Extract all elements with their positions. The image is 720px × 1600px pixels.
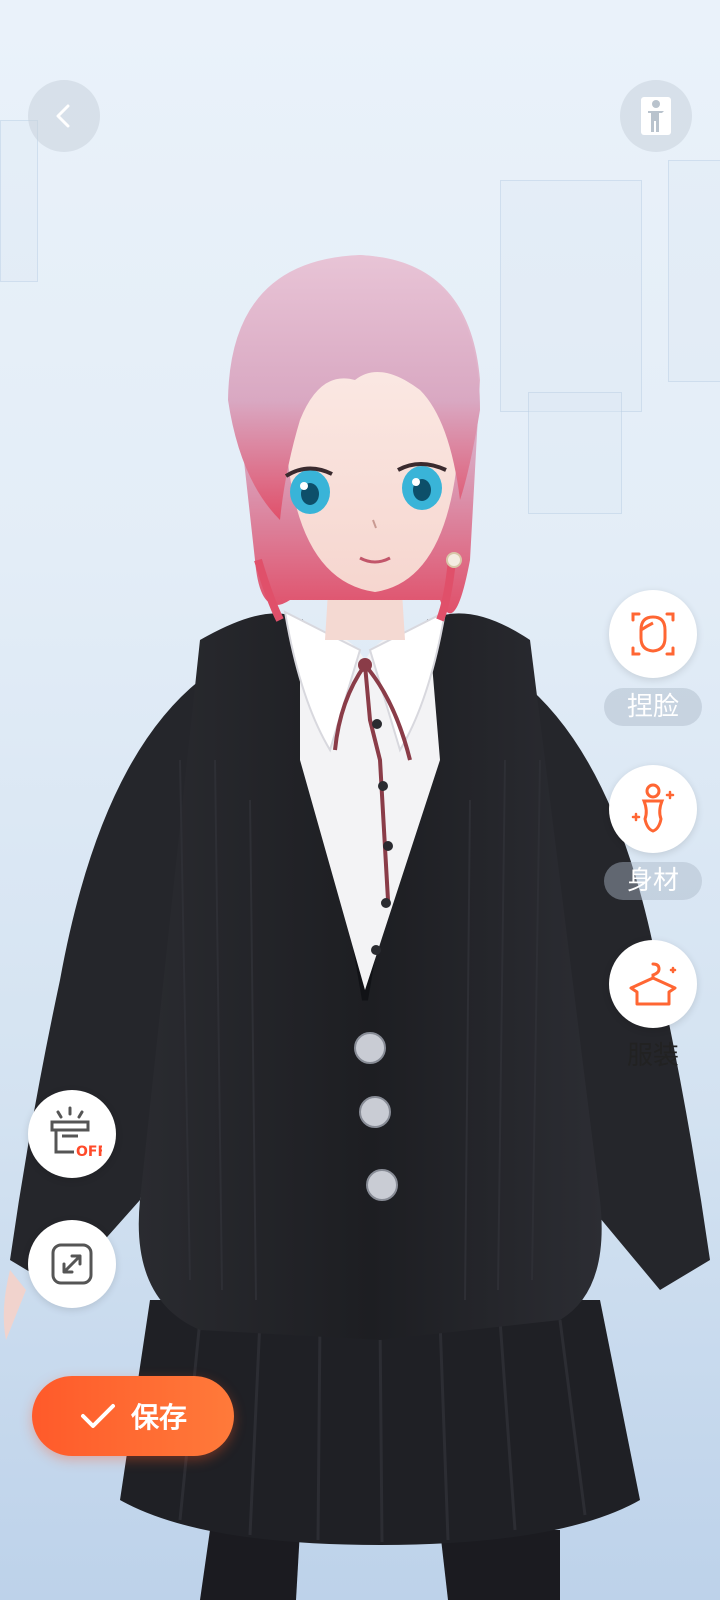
body-shape-button[interactable] xyxy=(609,765,697,853)
face-edit-label[interactable]: 捏脸 xyxy=(604,688,702,726)
face-icon xyxy=(631,612,675,656)
clothes-hanger-icon xyxy=(629,962,677,1006)
face-edit-button[interactable] xyxy=(609,590,697,678)
cardigan-button xyxy=(359,1096,391,1128)
left-hand xyxy=(3,1270,26,1340)
back-button[interactable] xyxy=(28,80,100,152)
earring xyxy=(446,552,462,568)
body-shape-icon xyxy=(631,783,675,833)
cardigan-button xyxy=(366,1169,398,1201)
clothes-button[interactable] xyxy=(609,940,697,1028)
cardigan-button xyxy=(354,1032,386,1064)
expand-icon xyxy=(51,1243,93,1285)
body-view-button[interactable] xyxy=(620,80,692,152)
clothes-label[interactable]: 服装 xyxy=(604,1037,702,1075)
save-button-label: 保存 xyxy=(130,1401,187,1434)
body-shape-label[interactable]: 身材 xyxy=(604,862,702,900)
lighting-toggle-button[interactable]: OFF xyxy=(28,1090,116,1178)
save-button[interactable]: 保存 xyxy=(32,1376,234,1456)
standing-person-icon xyxy=(641,97,671,135)
svg-text:OFF: OFF xyxy=(76,1144,102,1160)
fullscreen-button[interactable] xyxy=(28,1220,116,1308)
lamp-off-icon: OFF xyxy=(50,1106,102,1160)
checkmark-icon xyxy=(80,1404,115,1428)
chevron-left-icon xyxy=(56,104,70,128)
avatar-editor-screen: 捏脸 身材 服装 OFF xyxy=(0,0,720,1600)
